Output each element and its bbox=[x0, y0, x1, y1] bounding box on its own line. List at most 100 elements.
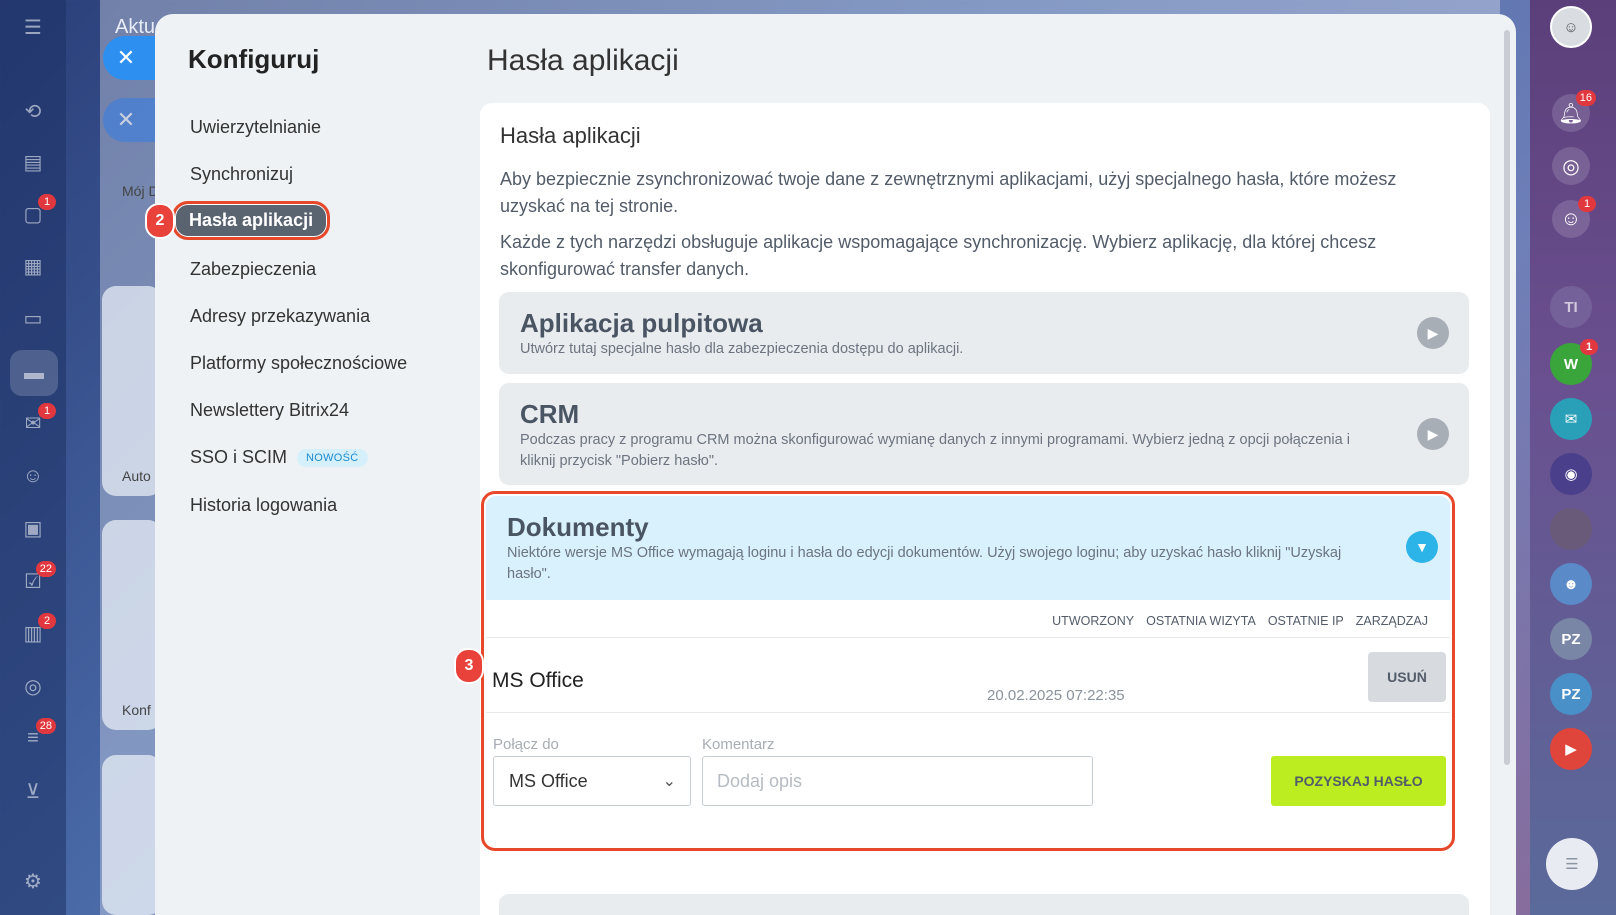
tasks-icon[interactable]: ☑ 22 bbox=[20, 561, 56, 594]
drive-icon[interactable]: ▬ bbox=[10, 350, 58, 396]
settings-icon[interactable]: ⚙ bbox=[20, 868, 46, 894]
mail-badge: 1 bbox=[38, 403, 56, 419]
get-password-button[interactable]: Pozyskaj hasło bbox=[1271, 756, 1446, 806]
intro-text-2: Każde z tych narzędzi obsługuje aplikacj… bbox=[500, 232, 1377, 279]
chevron-down-icon: ▼ bbox=[1415, 539, 1429, 555]
chat-badge: 1 bbox=[38, 194, 56, 210]
close-slider-button[interactable]: ✕ bbox=[103, 36, 155, 80]
connect-select[interactable]: MS Office ⌄ bbox=[493, 756, 691, 806]
connect-select-value: MS Office bbox=[509, 771, 588, 791]
people-icon: ☻ bbox=[1563, 575, 1579, 593]
background-card-label: Mój D bbox=[122, 183, 159, 199]
board-icon[interactable]: ▣ bbox=[20, 515, 46, 541]
group-chat-avatar[interactable]: ✉ bbox=[1550, 398, 1592, 440]
chevron-down-icon: ⌄ bbox=[662, 773, 676, 790]
menu-item-authentication[interactable]: Uwierzytelnianie bbox=[190, 117, 321, 138]
contact-avatar-w[interactable]: W1 bbox=[1550, 339, 1598, 385]
menu-item-social[interactable]: Platformy społecznościowe bbox=[190, 353, 407, 374]
photo-avatar[interactable] bbox=[1550, 508, 1592, 550]
col-manage: Zarządzaj bbox=[1355, 614, 1428, 628]
section-documents: Dokumenty Niektóre wersje MS Office wyma… bbox=[454, 491, 1455, 851]
video-call-avatar[interactable]: ▶ bbox=[1550, 728, 1592, 770]
channel-icon: ◉ bbox=[1564, 466, 1578, 483]
section-desktop-title: Aplikacja pulpitowa bbox=[520, 308, 763, 338]
background-card bbox=[102, 286, 162, 496]
menu-title: Konfiguruj bbox=[188, 44, 320, 74]
step-marker-3: 3 bbox=[454, 648, 484, 684]
chat-bubble-icon[interactable]: ☺ 1 bbox=[1552, 196, 1596, 238]
list-icon: ☰ bbox=[1565, 856, 1579, 873]
scrollbar[interactable] bbox=[1504, 30, 1510, 765]
col-created: Utworzony bbox=[1052, 614, 1135, 628]
section-documents-desc: Niektóre wersje MS Office wymagają login… bbox=[507, 545, 1342, 582]
section-documents-title: Dokumenty bbox=[507, 512, 649, 542]
right-navigation: ☺ 🔔︎ 16 ◎ ☺ 1 TI W1 ✉ ◉ ☻ PZ PZ ▶ ☰ bbox=[1530, 0, 1616, 915]
menu-icon[interactable]: ☰ bbox=[20, 14, 46, 40]
contact-badge: 1 bbox=[1580, 339, 1598, 355]
crm-icon[interactable]: ▥ 2 bbox=[20, 613, 56, 646]
menu-item-newsletters[interactable]: Newslettery Bitrix24 bbox=[190, 400, 349, 421]
delete-button[interactable]: Usuń bbox=[1368, 652, 1446, 702]
section-crm-title: CRM bbox=[520, 399, 580, 429]
expand-desktop-button[interactable]: ▶ bbox=[1417, 317, 1449, 349]
divider bbox=[486, 637, 1450, 638]
documents-header[interactable]: Dokumenty Niektóre wersje MS Office wyma… bbox=[486, 496, 1450, 600]
user-avatar[interactable]: ☺ bbox=[1550, 6, 1592, 48]
chevron-right-icon: ▶ bbox=[1427, 324, 1439, 341]
section-desktop-desc: Utwórz tutaj specjalne hasło dla zabezpi… bbox=[520, 341, 964, 357]
chevron-right-icon: ▶ bbox=[1427, 425, 1439, 442]
expand-crm-button[interactable]: ▶ bbox=[1417, 418, 1449, 450]
table-header: Utworzony Ostatnia wizyta Ostatnie IP Za… bbox=[1052, 614, 1428, 628]
password-row-created: 20.02.2025 07:22:35 bbox=[987, 687, 1125, 704]
contact-avatar-pz-2[interactable]: PZ bbox=[1550, 673, 1592, 715]
crm-badge: 2 bbox=[38, 613, 56, 629]
contacts-icon[interactable]: ☺ bbox=[20, 463, 46, 489]
menu-item-sso-scim-label: SSO i SCIM bbox=[190, 447, 288, 467]
contact-avatar-ti[interactable]: TI bbox=[1550, 286, 1592, 328]
left-navigation: ☰ ⟲ ▤ ▢ 1 ▦ ▭ ▬ ✉ 1 ☺ ▣ ☑ 22 ▥ 2 ◎ ≡ 28 ⊻ ⚙ bbox=[0, 0, 66, 915]
section-crm[interactable]: CRM Podczas pracy z programu CRM można s… bbox=[499, 383, 1469, 485]
close-slider-button-secondary[interactable]: ✕ bbox=[103, 98, 155, 142]
cart-icon[interactable]: ⊻ bbox=[20, 778, 46, 804]
copilot-icon[interactable]: ◎ bbox=[1552, 147, 1590, 185]
comment-label: Komentarz bbox=[702, 736, 775, 753]
section-next[interactable] bbox=[499, 894, 1469, 915]
menu-item-security[interactable]: Zabezpieczenia bbox=[190, 259, 316, 280]
contact-avatar-pz[interactable]: PZ bbox=[1550, 618, 1592, 660]
password-row-name: MS Office bbox=[492, 669, 584, 692]
feed-icon[interactable]: ▤ bbox=[20, 149, 46, 175]
intro-text-1: Aby bezpiecznie zsynchronizować twoje da… bbox=[500, 169, 1397, 216]
open-channel-avatar[interactable]: ◉ bbox=[1550, 453, 1592, 495]
close-icon: ✕ bbox=[116, 107, 136, 132]
mail-icon[interactable]: ✉ 1 bbox=[20, 403, 56, 436]
menu-item-login-history[interactable]: Historia logowania bbox=[190, 495, 337, 516]
menu-item-app-passwords[interactable]: Hasła aplikacji bbox=[172, 201, 331, 240]
comment-input[interactable]: Dodaj opis bbox=[702, 756, 1093, 806]
section-desktop-app[interactable]: Aplikacja pulpitowa Utwórz tutaj specjal… bbox=[499, 292, 1469, 374]
menu-item-sso-scim[interactable]: SSO i SCIM Nowość bbox=[190, 447, 368, 468]
bell-icon[interactable]: 🔔︎ 16 bbox=[1552, 90, 1596, 132]
calendar-icon[interactable]: ▦ bbox=[20, 253, 46, 279]
funnel-icon[interactable]: ≡ 28 bbox=[20, 718, 56, 751]
document-icon[interactable]: ▭ bbox=[20, 305, 46, 331]
collapse-documents-button[interactable]: ▼ bbox=[1406, 531, 1438, 563]
settings-panel: Konfiguruj Uwierzytelnianie Synchronizuj… bbox=[145, 14, 1516, 915]
chat-badge-right: 1 bbox=[1578, 196, 1596, 212]
close-icon: ✕ bbox=[116, 45, 136, 70]
divider bbox=[486, 712, 1450, 713]
group-avatar[interactable]: ☻ bbox=[1550, 563, 1592, 605]
col-last-ip: Ostatnie IP bbox=[1267, 614, 1344, 628]
video-icon: ▶ bbox=[1565, 741, 1577, 758]
menu-item-forwarding[interactable]: Adresy przekazywania bbox=[190, 306, 370, 327]
flow-icon[interactable]: ⟲ bbox=[20, 98, 46, 124]
chat-list-button[interactable]: ☰ bbox=[1546, 838, 1598, 890]
chat-icon[interactable]: ▢ 1 bbox=[20, 194, 56, 227]
target-icon[interactable]: ◎ bbox=[20, 673, 46, 699]
notification-badge: 16 bbox=[1575, 90, 1596, 106]
new-badge: Nowość bbox=[297, 449, 368, 468]
page-title: Hasła aplikacji bbox=[487, 44, 679, 77]
connect-label: Połącz do bbox=[493, 736, 559, 753]
col-last-visit: Ostatnia wizyta bbox=[1146, 614, 1256, 628]
menu-item-sync[interactable]: Synchronizuj bbox=[190, 164, 293, 185]
background-card-label: Auto bbox=[122, 468, 151, 484]
